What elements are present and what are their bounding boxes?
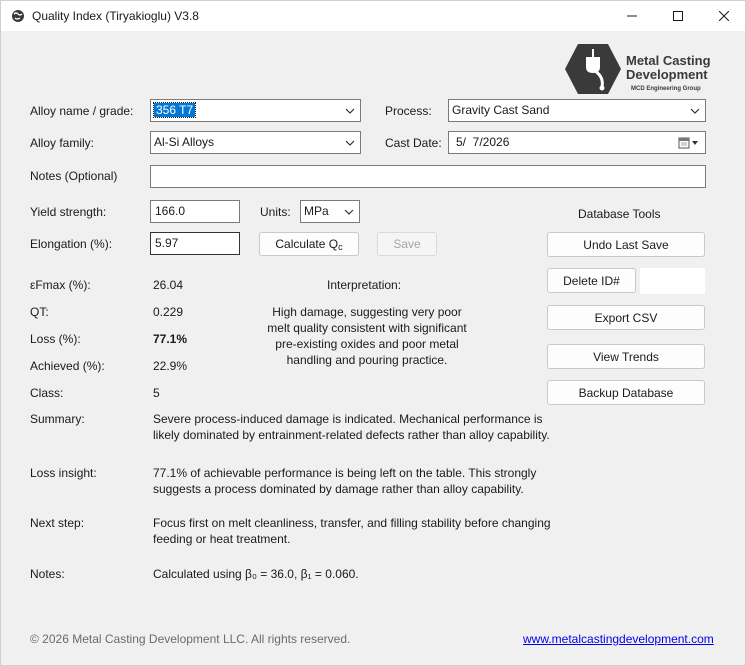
summary-label: Summary:: [30, 412, 85, 426]
qt-label: QT:: [30, 305, 49, 319]
cast-date-value: 5/ 7/2026: [456, 135, 510, 149]
delete-id-button[interactable]: Delete ID#: [547, 268, 636, 293]
window-title: Quality Index (Tiryakioglu) V3.8: [32, 9, 199, 23]
alloy-family-value: Al-Si Alloys: [154, 135, 215, 149]
loss-insight-line: suggests a process dominated by damage r…: [153, 482, 524, 496]
efmax-value: 26.04: [153, 278, 184, 292]
elongation-input[interactable]: 5.97: [150, 232, 240, 255]
notes-result-label: Notes:: [30, 567, 65, 581]
export-csv-button[interactable]: Export CSV: [547, 305, 705, 330]
maximize-icon: [673, 11, 683, 21]
alloy-name-value: 356 T7: [152, 102, 197, 118]
chevron-down-icon: [345, 108, 355, 114]
alloy-name-combobox[interactable]: 356 T7: [150, 99, 361, 122]
delete-id-input[interactable]: [639, 267, 706, 295]
next-step-text: Focus first on melt cleanliness, transfe…: [153, 515, 583, 547]
loss-insight-line: 77.1% of achievable performance is being…: [153, 466, 537, 480]
next-step-label: Next step:: [30, 516, 85, 530]
yield-strength-input[interactable]: 166.0: [150, 200, 240, 223]
achieved-value: 22.9%: [153, 359, 188, 373]
chevron-down-icon: [344, 209, 354, 215]
view-trends-button[interactable]: View Trends: [547, 344, 705, 369]
chevron-down-icon: [345, 140, 355, 146]
process-label: Process:: [385, 104, 432, 118]
alloy-family-combobox[interactable]: Al-Si Alloys: [150, 131, 361, 154]
next-step-line: feeding or heat treatment.: [153, 532, 291, 546]
loss-value: 77.1%: [153, 332, 188, 346]
calculate-button-label: Calculate Q: [275, 237, 339, 251]
close-button[interactable]: [701, 1, 745, 31]
class-label: Class:: [30, 386, 64, 400]
logo-name-line1: Metal Casting: [626, 53, 711, 68]
ladle-hexagon-icon: [565, 44, 621, 94]
calculate-button-subscript: c: [338, 242, 343, 252]
cast-date-label: Cast Date:: [385, 136, 442, 150]
interpretation-line: handling and pouring practice.: [286, 353, 448, 367]
summary-line: Severe process-induced damage is indicat…: [153, 412, 543, 426]
summary-line: likely dominated by entrainment-related …: [153, 428, 550, 442]
interpretation-line: pre-existing oxides and poor metal: [275, 337, 459, 351]
qt-value: 0.229: [153, 305, 184, 319]
units-label: Units:: [260, 205, 291, 219]
interpretation-line: High damage, suggesting very poor: [272, 305, 462, 319]
minimize-button[interactable]: [609, 1, 655, 31]
footer-copyright: © 2026 Metal Casting Development LLC. Al…: [30, 632, 351, 646]
notes-label: Notes (Optional): [30, 169, 118, 183]
loss-insight-text: 77.1% of achievable performance is being…: [153, 465, 583, 497]
units-value: MPa: [304, 204, 329, 218]
maximize-button[interactable]: [655, 1, 701, 31]
calendar-icon[interactable]: [678, 137, 702, 149]
calculate-button[interactable]: Calculate Qc: [259, 232, 359, 256]
app-window: Quality Index (Tiryakioglu) V3.8 Metal C…: [0, 0, 746, 666]
alloy-family-label: Alloy family:: [30, 136, 95, 150]
summary-text: Severe process-induced damage is indicat…: [153, 411, 583, 443]
interpretation-label: Interpretation:: [327, 278, 402, 292]
title-bar[interactable]: Quality Index (Tiryakioglu) V3.8: [1, 1, 745, 31]
efmax-label: εFmax (%):: [30, 278, 91, 292]
yield-strength-label: Yield strength:: [30, 205, 107, 219]
next-step-line: Focus first on melt cleanliness, transfe…: [153, 516, 551, 530]
cast-date-picker[interactable]: 5/ 7/2026: [448, 131, 706, 154]
process-combobox[interactable]: Gravity Cast Sand: [448, 99, 706, 122]
elongation-label: Elongation (%):: [30, 237, 113, 251]
save-button[interactable]: Save: [377, 232, 437, 256]
close-icon: [719, 11, 729, 21]
logo-subtitle: MCD Engineering Group: [631, 86, 701, 92]
loss-label: Loss (%):: [30, 332, 81, 346]
interpretation-line: melt quality consistent with significant: [267, 321, 467, 335]
undo-last-save-button[interactable]: Undo Last Save: [547, 232, 705, 257]
chevron-down-icon: [690, 108, 700, 114]
notes-input[interactable]: [150, 165, 706, 188]
notes-result-value: Calculated using β₀ = 36.0, β₁ = 0.060.: [153, 567, 359, 581]
logo-name-line2: Development: [626, 67, 708, 82]
alloy-name-label: Alloy name / grade:: [30, 104, 134, 118]
units-combobox[interactable]: MPa: [300, 200, 360, 223]
footer-website-link[interactable]: www.metalcastingdevelopment.com: [523, 632, 714, 646]
backup-database-button[interactable]: Backup Database: [547, 380, 705, 405]
globe-icon: [12, 10, 24, 22]
database-tools-heading: Database Tools: [578, 207, 661, 221]
loss-insight-label: Loss insight:: [30, 466, 97, 480]
class-value: 5: [153, 386, 160, 400]
process-value: Gravity Cast Sand: [452, 103, 550, 117]
minimize-icon: [627, 15, 637, 17]
achieved-label: Achieved (%):: [30, 359, 105, 373]
interpretation-text: High damage, suggesting very poor melt q…: [241, 304, 493, 368]
